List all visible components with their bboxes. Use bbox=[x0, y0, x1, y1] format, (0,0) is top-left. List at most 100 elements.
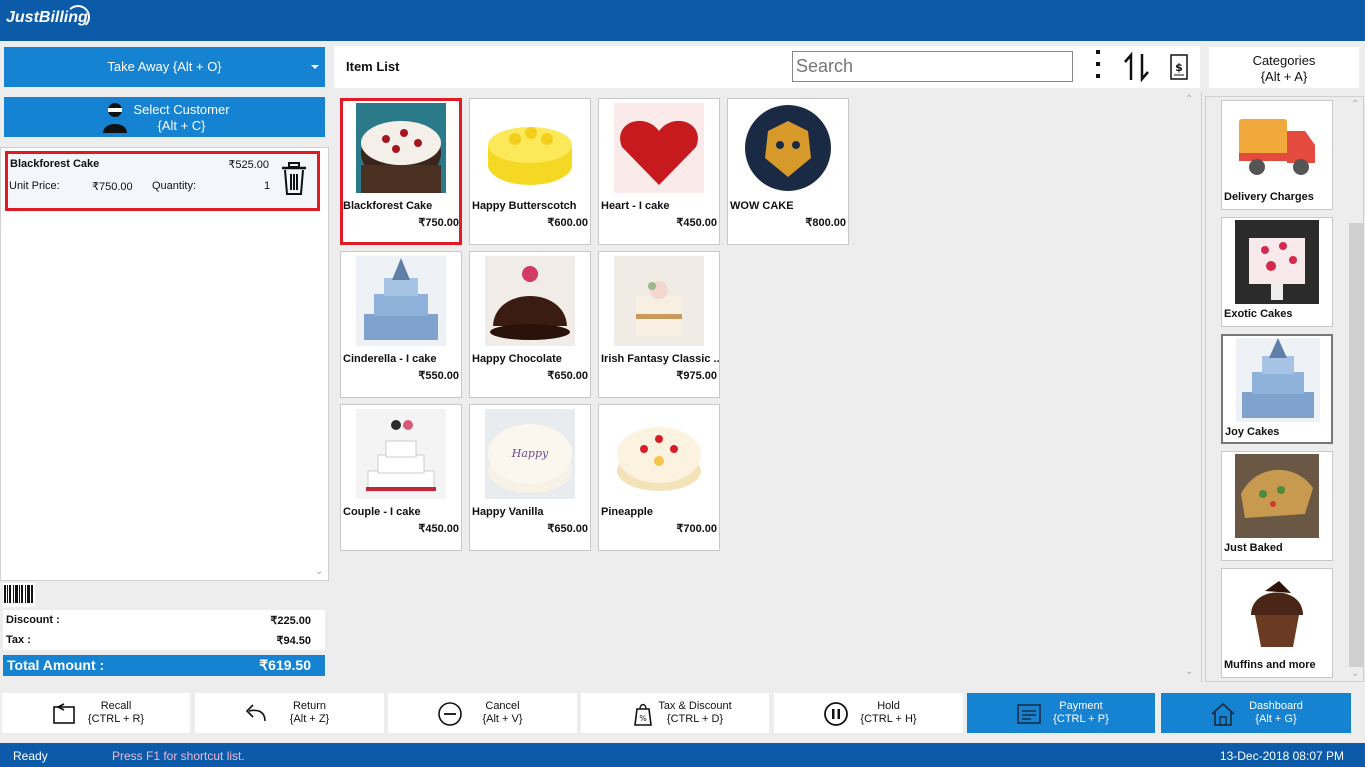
item-price: ₹650.00 bbox=[547, 370, 588, 382]
title-bar: JustBilling bbox=[0, 0, 1365, 41]
item-price: ₹975.00 bbox=[676, 370, 717, 382]
category-card[interactable]: Muffins and more bbox=[1221, 568, 1333, 678]
datetime: 13-Dec-2018 08:07 PM bbox=[1219, 749, 1344, 763]
hold-button[interactable]: Hold {CTRL + H} bbox=[774, 693, 963, 733]
lion-cake-image bbox=[743, 103, 833, 193]
action-label: Cancel bbox=[485, 700, 520, 712]
cancel-button[interactable]: Cancel {Alt + V} bbox=[388, 693, 577, 733]
action-label: Return bbox=[292, 700, 327, 712]
scroll-up-icon[interactable]: ⌃ bbox=[1351, 99, 1361, 110]
action-label: Dashboard bbox=[1249, 700, 1303, 712]
recall-button[interactable]: Recall {CTRL + R} bbox=[2, 693, 190, 733]
cart-item[interactable]: Blackforest Cake ₹525.00 Unit Price: ₹75… bbox=[5, 151, 320, 211]
app-logo: JustBilling bbox=[6, 5, 90, 29]
action-label: Recall bbox=[100, 700, 132, 712]
action-shortcut: {CTRL + H} bbox=[860, 713, 917, 725]
categories-list: Delivery Charges Exotic Cakes Joy Cakes Jus… bbox=[1205, 96, 1364, 682]
category-name: Muffins and more bbox=[1224, 659, 1316, 671]
total-value: ₹619.50 bbox=[259, 657, 311, 673]
action-shortcut: {Alt + G} bbox=[1255, 713, 1297, 725]
item-price: ₹450.00 bbox=[418, 523, 459, 535]
quantity-value: 1 bbox=[264, 180, 271, 192]
item-price: ₹800.00 bbox=[805, 217, 846, 229]
price-list-icon[interactable]: $ bbox=[1170, 54, 1188, 80]
item-card[interactable]: Irish Fantasy Classic ... ₹975.00 bbox=[598, 251, 720, 398]
svg-text:Happy: Happy bbox=[511, 447, 549, 460]
status-bar: Ready Press F1 for shortcut list. 13-Dec… bbox=[0, 743, 1365, 767]
action-shortcut: {Alt + V} bbox=[482, 713, 523, 725]
pineapple-cake-image bbox=[614, 409, 704, 499]
item-card[interactable]: WOW CAKE ₹800.00 bbox=[727, 98, 849, 245]
item-card[interactable]: Happy Happy Vanilla ₹650.00 bbox=[469, 404, 591, 551]
action-shortcut: {CTRL + P} bbox=[1053, 713, 1109, 725]
item-name: Cinderella - I cake bbox=[343, 353, 437, 365]
category-card[interactable]: Just Baked bbox=[1221, 451, 1333, 561]
discount-row: Discount : ₹225.00 bbox=[3, 610, 325, 630]
action-label: Payment bbox=[1059, 700, 1103, 712]
tax-value: ₹94.50 bbox=[276, 635, 311, 647]
item-name: Happy Chocolate bbox=[472, 353, 562, 365]
more-options-icon[interactable] bbox=[1094, 50, 1102, 82]
payment-button[interactable]: Payment {CTRL + P} bbox=[967, 693, 1155, 733]
select-customer-button[interactable]: Select Customer {Alt + C} bbox=[4, 97, 325, 137]
item-card[interactable]: Heart - I cake ₹450.00 bbox=[598, 98, 720, 245]
truck-icon bbox=[1235, 103, 1319, 187]
item-name: Pineapple bbox=[601, 506, 653, 518]
item-price: ₹750.00 bbox=[418, 217, 459, 229]
item-card[interactable]: Happy Chocolate ₹650.00 bbox=[469, 251, 591, 398]
tax-discount-button[interactable]: % Tax & Discount {CTRL + D} bbox=[581, 693, 769, 733]
item-price: ₹600.00 bbox=[547, 217, 588, 229]
customer-label: Select Customer bbox=[133, 102, 230, 117]
item-price: ₹550.00 bbox=[418, 370, 459, 382]
total-amount-bar: Total Amount : ₹619.50 bbox=[3, 655, 325, 676]
scroll-down-icon[interactable]: ⌄ bbox=[315, 566, 325, 577]
item-card[interactable]: Couple - I cake ₹450.00 bbox=[340, 404, 462, 551]
item-card[interactable]: Blackforest Cake ₹750.00 bbox=[340, 98, 462, 245]
order-type-label: Take Away {Alt + O} bbox=[107, 59, 222, 74]
item-price: ₹450.00 bbox=[676, 217, 717, 229]
discount-value: ₹225.00 bbox=[270, 615, 311, 627]
category-card[interactable]: Delivery Charges bbox=[1221, 100, 1333, 210]
scroll-down-icon[interactable]: ⌄ bbox=[1185, 666, 1195, 677]
joy-cake-icon bbox=[1236, 338, 1320, 422]
category-card[interactable]: Exotic Cakes bbox=[1221, 217, 1333, 327]
cart-item-total: ₹525.00 bbox=[228, 159, 269, 171]
scroll-up-icon[interactable]: ⌃ bbox=[1185, 94, 1195, 105]
item-name: Happy Butterscotch bbox=[472, 200, 577, 212]
item-card[interactable]: Happy Butterscotch ₹600.00 bbox=[469, 98, 591, 245]
status-text: Ready bbox=[13, 749, 48, 763]
search-input[interactable] bbox=[792, 51, 1073, 82]
total-label: Total Amount : bbox=[7, 657, 105, 673]
order-panel: Take Away {Alt + O} Select Customer {Alt … bbox=[0, 41, 331, 682]
item-price: ₹650.00 bbox=[547, 523, 588, 535]
unit-price-label: Unit Price: bbox=[9, 180, 60, 192]
item-list-title: Item List bbox=[346, 59, 400, 74]
item-card[interactable]: Pineapple ₹700.00 bbox=[598, 404, 720, 551]
butterscotch-cake-image bbox=[485, 103, 575, 193]
unit-price-value: ₹750.00 bbox=[92, 181, 133, 193]
order-type-dropdown[interactable]: Take Away {Alt + O} bbox=[4, 47, 325, 87]
item-name: Blackforest Cake bbox=[343, 200, 433, 212]
dashboard-button[interactable]: Dashboard {Alt + G} bbox=[1161, 693, 1351, 733]
return-button[interactable]: Return {Alt + Z} bbox=[195, 693, 384, 733]
categories-scrollbar[interactable] bbox=[1349, 223, 1363, 667]
couple-cake-image bbox=[356, 409, 446, 499]
category-name: Joy Cakes bbox=[1225, 426, 1280, 438]
barcode-icon[interactable] bbox=[3, 583, 35, 607]
sort-icon[interactable] bbox=[1122, 52, 1152, 82]
discount-label: Discount : bbox=[6, 614, 60, 626]
action-shortcut: {CTRL + D} bbox=[666, 713, 724, 725]
action-label: Hold bbox=[877, 700, 900, 712]
categories-header[interactable]: Categories {Alt + A} bbox=[1209, 47, 1359, 88]
action-label: Tax & Discount bbox=[658, 700, 732, 712]
category-name: Just Baked bbox=[1224, 542, 1283, 554]
item-card[interactable]: Cinderella - I cake ₹550.00 bbox=[340, 251, 462, 398]
item-name: Couple - I cake bbox=[343, 506, 421, 518]
quantity-label: Quantity: bbox=[152, 180, 197, 192]
action-bar: Recall {CTRL + R} Return {Alt + Z} Cancel {Al… bbox=[0, 693, 1365, 733]
category-card[interactable]: Joy Cakes bbox=[1221, 334, 1333, 444]
category-name: Exotic Cakes bbox=[1224, 308, 1293, 320]
scroll-down-icon[interactable]: ⌄ bbox=[1351, 668, 1361, 679]
trash-icon[interactable] bbox=[280, 162, 308, 196]
item-name: Heart - I cake bbox=[601, 200, 670, 212]
